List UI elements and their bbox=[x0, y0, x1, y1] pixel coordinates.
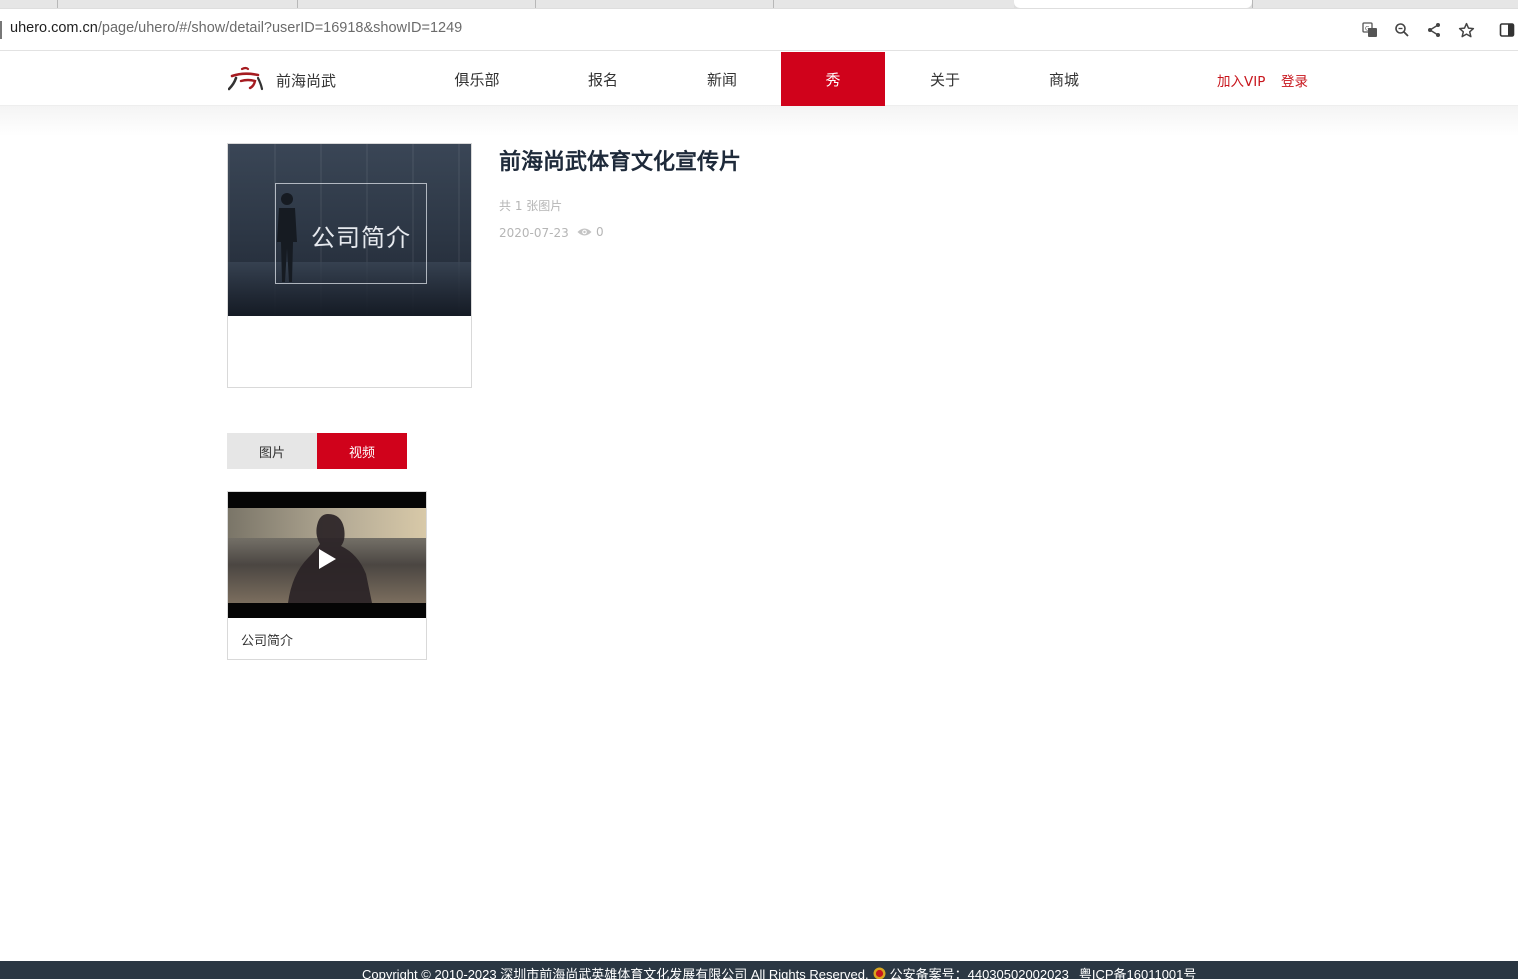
tab-images[interactable]: 图片 bbox=[227, 433, 317, 469]
nav-item-club[interactable]: 俱乐部 bbox=[432, 52, 522, 106]
nav-item-mall[interactable]: 商城 bbox=[1019, 52, 1109, 106]
browser-tab[interactable] bbox=[1252, 0, 1518, 8]
browser-tab[interactable] bbox=[58, 0, 298, 8]
browser-tab[interactable] bbox=[298, 0, 536, 8]
video-caption[interactable]: 公司简介 bbox=[241, 630, 293, 649]
browser-tab-active[interactable] bbox=[1014, 0, 1252, 8]
show-cover-image: 公司简介 bbox=[228, 144, 471, 316]
site-footer: Copyright © 2010-2023 深圳市前海尚武英雄体育文化发展有限公… bbox=[0, 961, 1518, 979]
footer-police-record[interactable]: 公安备案号：44030502002023 bbox=[890, 964, 1069, 979]
address-bar-edge bbox=[0, 21, 2, 39]
video-thumbnail[interactable] bbox=[228, 492, 426, 618]
show-date: 2020-07-23 bbox=[499, 226, 569, 240]
cover-person-silhouette bbox=[277, 193, 297, 282]
nav-item-signup[interactable]: 报名 bbox=[558, 52, 648, 106]
nav-item-news[interactable]: 新闻 bbox=[677, 52, 767, 106]
address-bar[interactable]: uhero.com.cn/page/uhero/#/show/detail?us… bbox=[0, 9, 1518, 51]
show-cover-card[interactable]: 公司简介 bbox=[227, 143, 472, 388]
tab-videos[interactable]: 视频 bbox=[317, 433, 407, 469]
url-path: /page/uhero/#/show/detail?userID=16918&s… bbox=[97, 20, 463, 36]
svg-text:G: G bbox=[1365, 26, 1370, 33]
brand-logo[interactable] bbox=[227, 66, 264, 92]
nav-item-show[interactable]: 秀 bbox=[781, 52, 885, 106]
browser-tab[interactable] bbox=[536, 0, 774, 8]
eye-icon bbox=[577, 228, 592, 236]
browser-tab[interactable] bbox=[774, 0, 1014, 8]
show-image-count: 共 1 张图片 bbox=[499, 199, 563, 213]
translate-icon[interactable]: G bbox=[1359, 19, 1381, 41]
show-view-count: 0 bbox=[577, 225, 604, 239]
login-link[interactable]: 登录 bbox=[1281, 70, 1308, 90]
url-text[interactable]: uhero.com.cn/page/uhero/#/show/detail?us… bbox=[10, 20, 462, 36]
video-card[interactable]: 公司简介 bbox=[227, 491, 427, 660]
view-count-value: 0 bbox=[596, 225, 604, 239]
url-host: uhero.com.cn bbox=[10, 20, 98, 36]
zoom-icon[interactable] bbox=[1391, 19, 1413, 41]
share-icon[interactable] bbox=[1423, 19, 1445, 41]
show-title: 前海尚武体育文化宣传片 bbox=[499, 150, 742, 175]
footer-text: Copyright © 2010-2023 深圳市前海尚武英雄体育文化发展有限公… bbox=[362, 964, 1196, 979]
browser-tab[interactable] bbox=[0, 0, 58, 8]
footer-icp[interactable]: 粤ICP备16011001号 bbox=[1079, 964, 1197, 979]
footer-copyright: Copyright © 2010-2023 深圳市前海尚武英雄体育文化发展有限公… bbox=[362, 967, 869, 979]
police-badge-icon bbox=[873, 967, 886, 979]
brand-name[interactable]: 前海尚武 bbox=[276, 70, 336, 91]
cover-title-text: 公司简介 bbox=[311, 224, 411, 252]
site-header: 前海尚武 俱乐部 报名 新闻 秀 关于 商城 加入VIP 登录 bbox=[0, 52, 1518, 106]
side-panel-icon[interactable] bbox=[1496, 19, 1518, 41]
nav-item-about[interactable]: 关于 bbox=[900, 52, 990, 106]
bookmark-star-icon[interactable] bbox=[1455, 19, 1477, 41]
browser-tab-strip bbox=[0, 0, 1518, 9]
play-icon[interactable] bbox=[317, 548, 337, 570]
join-vip-link[interactable]: 加入VIP bbox=[1217, 70, 1265, 90]
header-shadow bbox=[0, 106, 1518, 136]
